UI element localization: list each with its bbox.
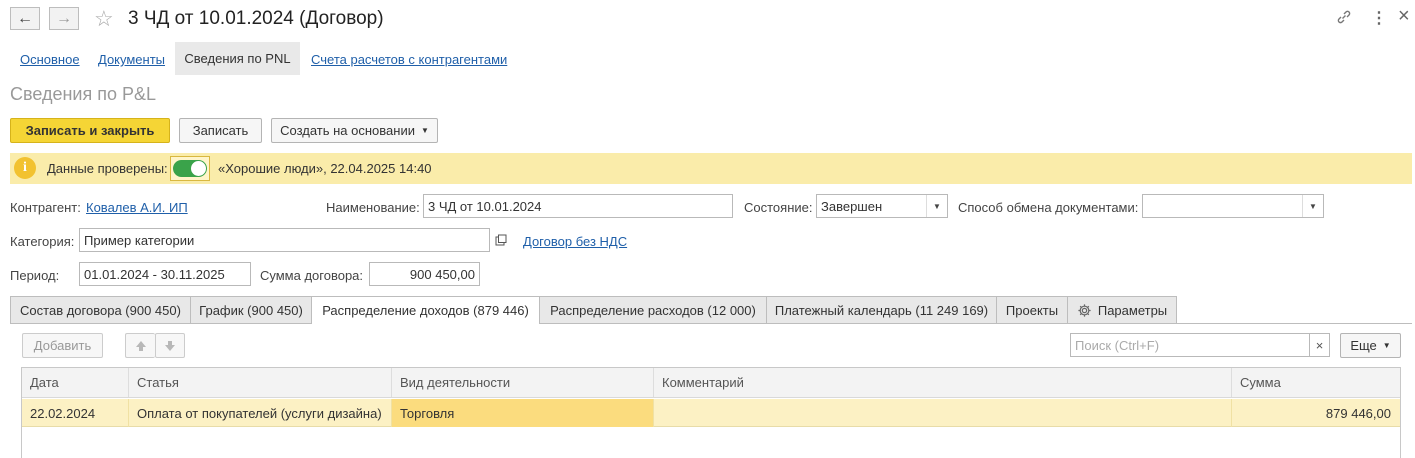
sum-value: 900 450,00 (409, 266, 475, 282)
cell-date[interactable]: 22.02.2024 (22, 399, 129, 427)
tab-label: Состав договора (900 450) (20, 302, 181, 318)
verified-label: Данные проверены: (47, 161, 168, 176)
name-label: Наименование: (326, 200, 420, 215)
nav-tab-pnl-label: Сведения по PNL (184, 51, 291, 66)
dropdown-arrow-icon[interactable]: ▼ (1302, 195, 1323, 217)
exchange-select[interactable]: ▼ (1142, 194, 1324, 218)
create-based-on-label: Создать на основании (280, 123, 415, 138)
forward-button[interactable]: → (49, 7, 79, 30)
info-icon: i (14, 157, 36, 179)
tab-parameters[interactable]: Параметры (1067, 296, 1177, 323)
tab-projects[interactable]: Проекты (996, 296, 1068, 323)
nav-tab-accounts[interactable]: Счета расчетов с контрагентами (311, 52, 507, 67)
period-field[interactable]: 01.01.2024 - 30.11.2025 (79, 262, 251, 286)
arrow-up-icon (135, 340, 146, 351)
clear-icon: × (1315, 337, 1324, 353)
counterparty-link[interactable]: Ковалев А.И. ИП (86, 200, 188, 215)
state-label: Состояние: (744, 200, 813, 215)
open-icon[interactable] (492, 231, 510, 249)
vat-link[interactable]: Договор без НДС (523, 234, 627, 249)
save-button[interactable]: Записать (179, 118, 262, 143)
column-header-date[interactable]: Дата (22, 368, 129, 397)
link-icon[interactable] (1336, 9, 1352, 28)
column-header-activity[interactable]: Вид деятельности (392, 368, 654, 397)
tab-expense-distribution[interactable]: Распределение расходов (12 000) (539, 296, 767, 323)
favorite-star-icon[interactable]: ☆ (94, 6, 114, 32)
column-header-comment[interactable]: Комментарий (654, 368, 1232, 397)
dropdown-arrow-icon: ▼ (1382, 341, 1391, 350)
state-value: Завершен (821, 198, 883, 214)
dropdown-arrow-icon: ▼ (420, 126, 429, 135)
close-icon[interactable]: × (1398, 5, 1410, 28)
tab-label: График (900 450) (199, 302, 303, 318)
exchange-label: Способ обмена документами: (958, 200, 1139, 215)
column-header-article[interactable]: Статья (129, 368, 392, 397)
tab-schedule[interactable]: График (900 450) (190, 296, 312, 323)
category-label: Категория: (10, 234, 75, 249)
gear-icon (1077, 303, 1092, 318)
clear-search-button[interactable]: × (1309, 333, 1330, 357)
window-title: 3 ЧД от 10.01.2024 (Договор) (128, 8, 384, 29)
move-down-button[interactable] (155, 333, 185, 358)
tab-divider (10, 323, 1412, 324)
more-label: Еще (1350, 338, 1377, 353)
arrow-right-icon: → (56, 9, 72, 27)
category-value: Пример категории (84, 232, 195, 248)
arrow-down-icon (165, 340, 175, 351)
counterparty-label: Контрагент: (10, 200, 81, 215)
tab-income-distribution[interactable]: Распределение доходов (879 446) (311, 296, 540, 324)
verified-text: «Хорошие люди», 22.04.2025 14:40 (218, 161, 432, 176)
category-field[interactable]: Пример категории (79, 228, 490, 252)
tab-label: Распределение доходов (879 446) (322, 303, 529, 318)
cell-activity[interactable]: Торговля (392, 399, 654, 427)
cell-article[interactable]: Оплата от покупателей (услуги дизайна) (129, 399, 392, 427)
cell-sum[interactable]: 879 446,00 (1232, 399, 1400, 427)
sum-label: Сумма договора: (260, 268, 364, 283)
create-based-on-button[interactable]: Создать на основании ▼ (271, 118, 438, 143)
dropdown-arrow-icon[interactable]: ▼ (926, 195, 947, 217)
search-placeholder: Поиск (Ctrl+F) (1075, 337, 1160, 353)
active-tab-gap (312, 322, 539, 324)
back-button[interactable]: ← (10, 7, 40, 30)
name-field[interactable]: 3 ЧД от 10.01.2024 (423, 194, 733, 218)
add-button[interactable]: Добавить (22, 333, 103, 358)
section-title: Сведения по P&L (10, 84, 157, 104)
tab-label: Платежный календарь (11 249 169) (774, 302, 989, 318)
tab-label: Распределение расходов (12 000) (550, 302, 756, 318)
verified-toggle[interactable] (170, 156, 210, 181)
state-select[interactable]: Завершен ▼ (816, 194, 948, 218)
nav-tab-pnl[interactable]: Сведения по PNL (175, 42, 300, 75)
tab-label: Проекты (1005, 302, 1059, 318)
cell-comment[interactable] (654, 399, 1232, 427)
tab-contract-composition[interactable]: Состав договора (900 450) (10, 296, 191, 323)
nav-tab-documents[interactable]: Документы (98, 52, 165, 67)
sum-field[interactable]: 900 450,00 (369, 262, 480, 286)
tab-payment-calendar[interactable]: Платежный календарь (11 249 169) (766, 296, 997, 323)
tab-label: Параметры (1097, 302, 1168, 318)
period-label: Период: (10, 268, 60, 283)
save-and-close-button[interactable]: Записать и закрыть (10, 118, 170, 143)
arrow-left-icon: ← (17, 9, 33, 27)
more-icon[interactable]: ⋮ (1371, 8, 1387, 28)
nav-tab-main[interactable]: Основное (20, 52, 80, 67)
move-up-button[interactable] (125, 333, 155, 358)
name-value: 3 ЧД от 10.01.2024 (428, 198, 542, 214)
search-input[interactable]: Поиск (Ctrl+F) (1070, 333, 1310, 357)
column-header-sum[interactable]: Сумма (1232, 368, 1400, 397)
period-value: 01.01.2024 - 30.11.2025 (84, 266, 225, 282)
more-button[interactable]: Еще ▼ (1340, 333, 1401, 358)
